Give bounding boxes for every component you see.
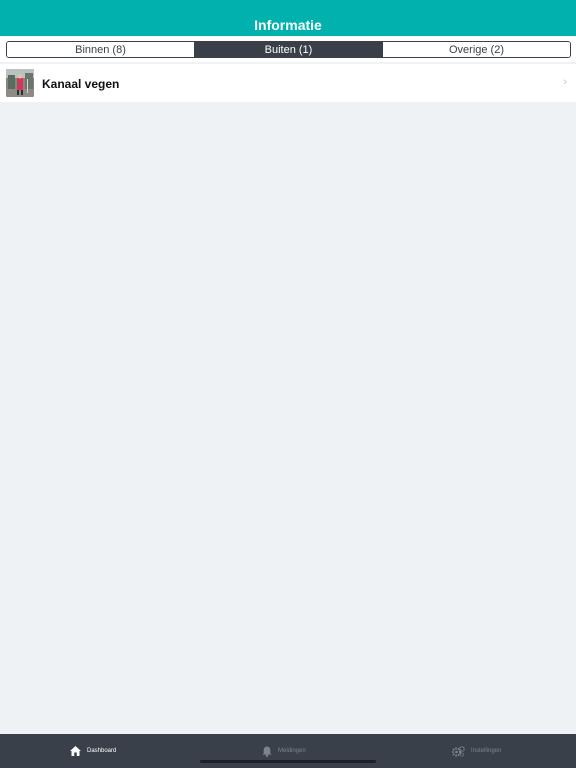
segment-bar: Binnen (8) Buiten (1) Overige (2) xyxy=(0,36,576,62)
item-thumbnail xyxy=(6,69,34,97)
home-icon xyxy=(70,746,81,756)
page-title: Informatie xyxy=(254,17,322,33)
segment-overige[interactable]: Overige (2) xyxy=(382,42,570,57)
segment-binnen[interactable]: Binnen (8) xyxy=(7,42,194,57)
item-title: Kanaal vegen xyxy=(42,77,120,91)
tab-instellingen-label: Instellingen xyxy=(471,748,502,754)
home-indicator xyxy=(200,760,376,763)
tab-instellingen[interactable]: Instellingen xyxy=(452,734,501,768)
bell-icon xyxy=(262,746,272,757)
tab-dashboard[interactable]: Dashboard xyxy=(70,734,116,768)
list-item[interactable]: Kanaal vegen › xyxy=(0,64,576,102)
app-screen: Informatie Binnen (8) Buiten (1) Overige… xyxy=(0,0,576,768)
category-segmented-control: Binnen (8) Buiten (1) Overige (2) xyxy=(6,41,571,58)
chevron-right-icon: › xyxy=(563,76,567,88)
gears-icon xyxy=(452,745,465,757)
tab-meldingen-label: Meldingen xyxy=(278,748,306,754)
info-list: Kanaal vegen › xyxy=(0,64,576,102)
navigation-bar: Informatie xyxy=(0,0,576,36)
outdoor-photo-icon xyxy=(6,69,34,97)
segment-buiten[interactable]: Buiten (1) xyxy=(194,42,382,57)
tab-dashboard-label: Dashboard xyxy=(87,748,117,754)
